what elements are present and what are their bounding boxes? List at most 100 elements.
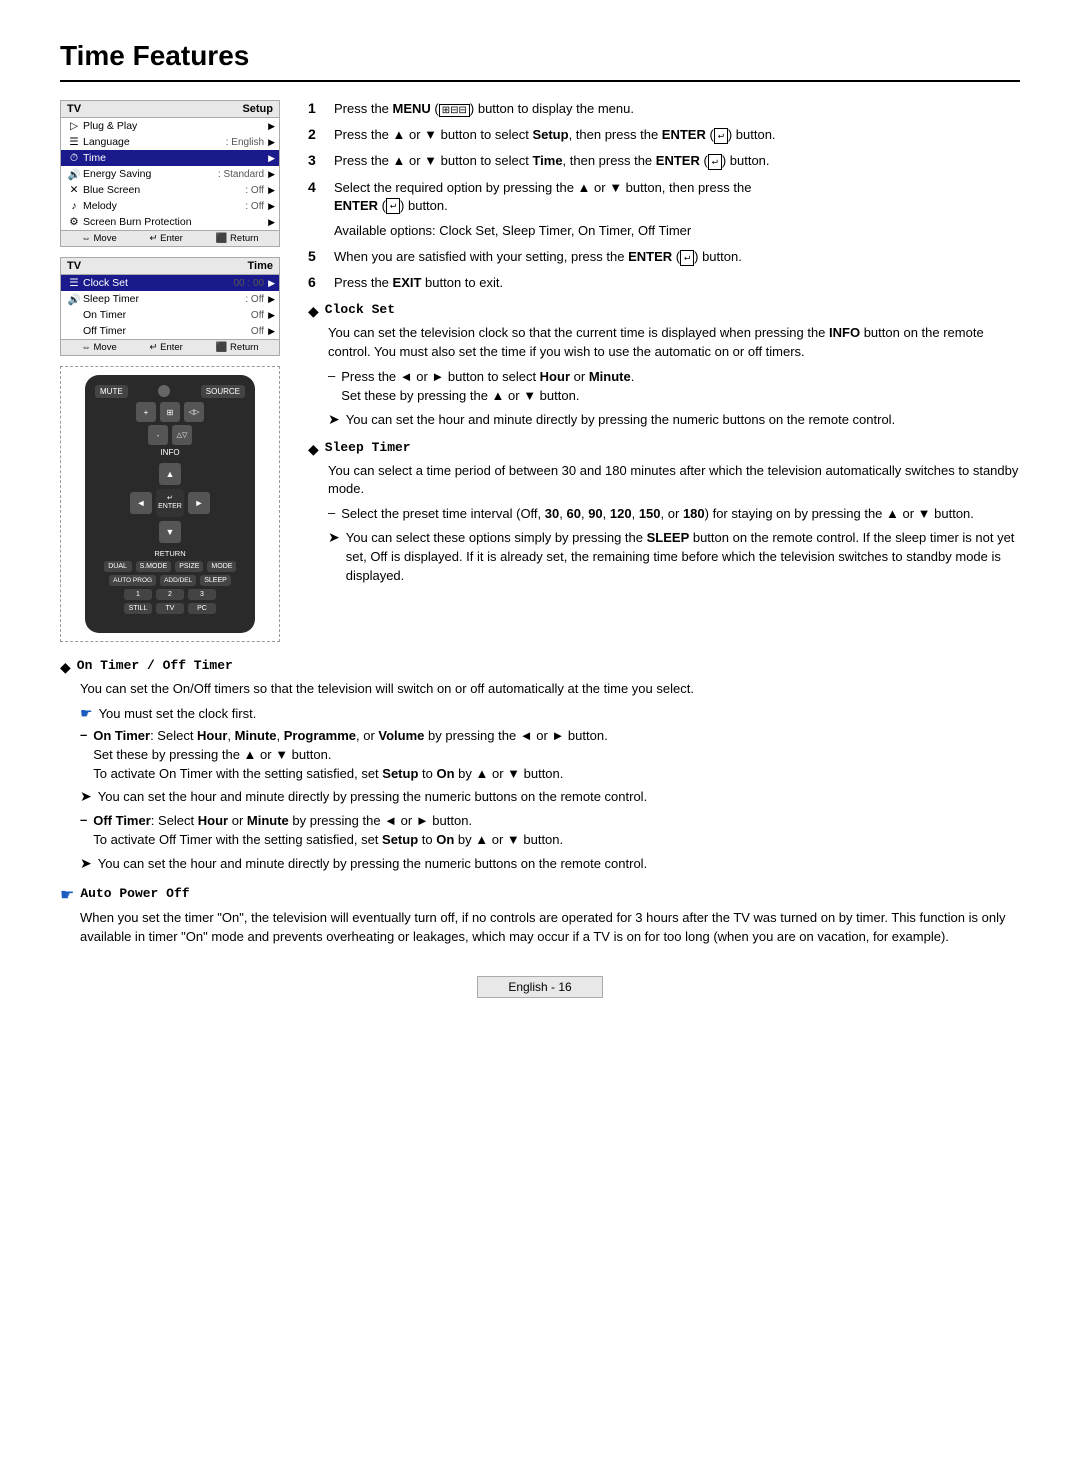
remote-nav-right[interactable]: ► (188, 492, 210, 514)
section-clockset-title: Clock Set (325, 302, 395, 317)
diamond-sleeptimer: ◆ (308, 441, 319, 458)
section-sleeptimer-title: Sleep Timer (325, 440, 411, 455)
lower-sections: ◆ On Timer / Off Timer You can set the O… (60, 658, 1020, 946)
step-6-text: Press the EXIT button to exit. (334, 274, 503, 292)
remote-mute-btn[interactable]: MUTE (95, 385, 128, 398)
section-ontimer: ◆ On Timer / Off Timer (60, 658, 1020, 676)
icon-screenburn: ⚙ (65, 216, 83, 228)
clockset-dash1-text: Press the ◄ or ► button to select Hour o… (341, 368, 634, 406)
menu-row-offtimer: Off Timer Off ▶ (61, 323, 279, 339)
remote-btn2[interactable]: 2 (156, 589, 184, 600)
label-bluescreen: Blue Screen (83, 184, 245, 196)
icon-time: ⏱ (65, 152, 83, 165)
step-4: 4 Select the required option by pressing… (308, 179, 1020, 215)
label-time: Time (83, 152, 268, 164)
ontimer-dash1-text: On Timer: Select Hour, Minute, Programme… (93, 727, 607, 784)
menu-row-language: ☰ Language : English ▶ (61, 134, 279, 150)
remote-btn1[interactable]: 1 (124, 589, 152, 600)
icon-bluescreen: ✕ (65, 184, 83, 196)
section-autopoweroff-body: When you set the timer "On", the televis… (80, 909, 1020, 947)
menu-row-sleeptimer: 🔊 Sleep Timer : Off ▶ (61, 291, 279, 307)
remote-addel-btn[interactable]: ADD/DEL (160, 575, 196, 586)
sleeptimer-arrow1-text: You can select these options simply by p… (346, 529, 1020, 586)
offtimer-arrow1-text: You can set the hour and minute directly… (98, 855, 647, 874)
offtimer-arrow1: ➤ You can set the hour and minute direct… (80, 855, 1020, 874)
icon-energy: 🔊 (65, 168, 83, 181)
sleeptimer-dash1: – Select the preset time interval (Off, … (328, 505, 1020, 524)
menu-row-clockset: ☰ Clock Set 00 : 00 ▶ (61, 275, 279, 291)
remote-autoprog-btn[interactable]: AUTO PROG (109, 575, 156, 586)
step-3: 3 Press the ▲ or ▼ button to select Time… (308, 152, 1020, 170)
label-plugplay: Plug & Play (83, 120, 268, 132)
step-2-text: Press the ▲ or ▼ button to select Setup,… (334, 126, 776, 144)
remote-btn3[interactable]: 3 (188, 589, 216, 600)
clockset-arrow1-text: You can set the hour and minute directly… (346, 411, 895, 430)
menu-setup-right: Setup (242, 103, 273, 115)
ontimer-note: ☛ You must set the clock first. (80, 705, 1020, 722)
menu-row-melody: ♪ Melody : Off ▶ (61, 198, 279, 214)
section-clockset: ◆ Clock Set (308, 302, 1020, 320)
icon-melody: ♪ (65, 200, 83, 212)
sleeptimer-dash1-text: Select the preset time interval (Off, 30… (341, 505, 974, 524)
remote-misc-row: STILL TV PC (95, 603, 245, 614)
remote-nav-down[interactable]: ▼ (159, 521, 181, 543)
remote-still-btn[interactable]: STILL (124, 603, 152, 614)
remote-nav-left[interactable]: ◄ (130, 492, 152, 514)
label-language: Language (83, 136, 226, 148)
diamond-ontimer: ◆ (60, 659, 71, 676)
remote-source-btn[interactable]: SOURCE (201, 385, 245, 398)
menu-row-plugplay: ▷ Plug & Play ▶ (61, 118, 279, 134)
section-clockset-body: You can set the television clock so that… (328, 324, 1020, 362)
step-1-num: 1 (308, 100, 324, 116)
diamond-clockset: ◆ (308, 303, 319, 320)
section-autopoweroff: ☛ Auto Power Off (60, 886, 1020, 905)
remote-mode-btn[interactable]: MODE (207, 561, 236, 572)
footer-label: English - 16 (477, 976, 602, 998)
remote-prog-row: AUTO PROG ADD/DEL SLEEP (95, 575, 245, 586)
ontimer-arrow1-text: You can set the hour and minute directly… (98, 788, 647, 807)
menu-setup: TV Setup ▷ Plug & Play ▶ ☰ Language : En… (60, 100, 280, 247)
label-energy: Energy Saving (83, 168, 218, 180)
remote-tv-btn[interactable]: TV (156, 603, 184, 614)
menu-time-right: Time (248, 260, 273, 272)
icon-clockset: ☰ (65, 277, 83, 289)
menu-row-bluescreen: ✕ Blue Screen : Off ▶ (61, 182, 279, 198)
section-sleeptimer-body: You can select a time period of between … (328, 462, 1020, 500)
section-autopoweroff-title: Auto Power Off (80, 886, 189, 901)
step-5-num: 5 (308, 248, 324, 264)
clockset-dash1: – Press the ◄ or ► button to select Hour… (328, 368, 1020, 406)
offtimer-dash1: – Off Timer: Select Hour or Minute by pr… (80, 812, 1020, 850)
step-4-text: Select the required option by pressing t… (334, 179, 751, 215)
main-layout: TV Setup ▷ Plug & Play ▶ ☰ Language : En… (60, 100, 1020, 642)
menu-time: TV Time ☰ Clock Set 00 : 00 ▶ 🔊 Sleep Ti… (60, 257, 280, 356)
remote-dual-btn[interactable]: DUAL (104, 561, 132, 572)
label-ontimer: On Timer (83, 309, 251, 321)
remote-nav-up[interactable]: ▲ (159, 463, 181, 485)
page-footer: English - 16 (60, 976, 1020, 998)
step-6-num: 6 (308, 274, 324, 290)
menu-setup-header: TV Setup (61, 101, 279, 118)
step-2-num: 2 (308, 126, 324, 142)
remote-pc-btn[interactable]: PC (188, 603, 216, 614)
remote-enter-btn[interactable]: ↵ENTER (156, 489, 184, 517)
step-5-text: When you are satisfied with your setting… (334, 248, 742, 266)
icon-language: ☰ (65, 136, 83, 148)
offtimer-dash1-text: Off Timer: Select Hour or Minute by pres… (93, 812, 563, 850)
menu-row-ontimer: On Timer Off ▶ (61, 307, 279, 323)
menu-row-energy: 🔊 Energy Saving : Standard ▶ (61, 166, 279, 182)
page-title: Time Features (60, 40, 1020, 72)
step-4-num: 4 (308, 179, 324, 195)
ontimer-dash1: – On Timer: Select Hour, Minute, Program… (80, 727, 1020, 784)
remote-box: MUTE SOURCE + ⊞ ◁▷ - △▽ INFO ▲ (60, 366, 280, 642)
step-6: 6 Press the EXIT button to exit. (308, 274, 1020, 292)
remote-control: MUTE SOURCE + ⊞ ◁▷ - △▽ INFO ▲ (85, 375, 255, 633)
remote-num-row: 1 2 3 (95, 589, 245, 600)
remote-smode-btn[interactable]: S.MODE (136, 561, 172, 572)
section-ontimer-title: On Timer / Off Timer (77, 658, 233, 673)
remote-mode-row: DUAL S.MODE PSIZE MODE (95, 561, 245, 572)
remote-psize-btn[interactable]: PSIZE (175, 561, 203, 572)
menu-time-header: TV Time (61, 258, 279, 275)
menu-row-screenburn: ⚙ Screen Burn Protection ▶ (61, 214, 279, 230)
remote-sleep-btn[interactable]: SLEEP (200, 575, 231, 586)
right-column: 1 Press the MENU (⊞⊟⊟) button to display… (308, 100, 1020, 642)
